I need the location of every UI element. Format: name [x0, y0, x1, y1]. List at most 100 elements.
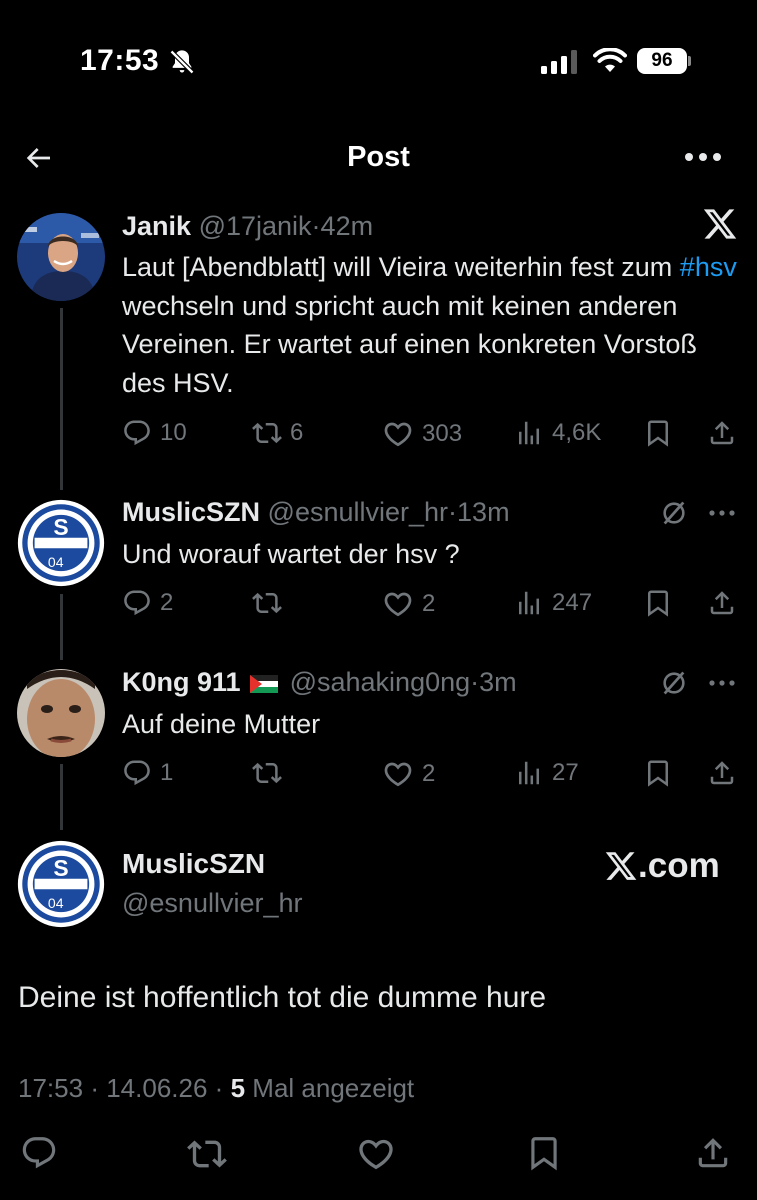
like-button[interactable]: 2 [382, 588, 435, 620]
reply-button[interactable]: 10 [122, 418, 187, 448]
reply-count: 1 [160, 759, 174, 786]
grok-icon[interactable] [660, 669, 688, 697]
repost-button[interactable] [187, 1134, 227, 1174]
cellular-signal-icon [541, 50, 579, 74]
x-logo-icon [702, 206, 738, 242]
repost-count: 6 [290, 419, 304, 446]
tweet-header: MuslicSZN @esnullvier_hr·13m [122, 497, 510, 528]
separator-dot: · [214, 1073, 224, 1103]
status-time: 17:53 [80, 44, 160, 77]
bookmark-icon [643, 588, 673, 618]
reply-button[interactable] [20, 1134, 58, 1172]
post-text: Deine ist hoffentlich tot die dumme hure [18, 981, 547, 1014]
author-handle[interactable]: @esnullvier_hr [268, 497, 448, 527]
repost-button[interactable] [252, 758, 282, 788]
views-button[interactable]: 247 [514, 588, 592, 618]
reply-button[interactable]: 1 [122, 758, 173, 788]
like-count: 2 [422, 760, 436, 787]
tweet-text: Auf deine Mutter [122, 709, 321, 739]
schalke-avatar[interactable] [17, 499, 105, 587]
bookmark-button[interactable] [643, 418, 673, 448]
views-count: 4,6K [552, 419, 602, 446]
bookmark-button[interactable] [525, 1134, 563, 1172]
wifi-icon [593, 48, 627, 74]
repost-icon [252, 758, 282, 788]
like-count: 303 [422, 420, 463, 447]
author-handle[interactable]: @esnullvier_hr [122, 888, 302, 919]
share-button[interactable] [694, 1134, 732, 1172]
reply-count: 10 [160, 419, 187, 446]
thread-line [60, 594, 63, 660]
tweet-time: 13m [457, 497, 510, 527]
x-com-watermark: .com [604, 846, 720, 886]
tweet-more-icon[interactable] [708, 509, 736, 517]
separator-dot: · [311, 211, 321, 241]
page-title: Post [347, 141, 410, 173]
like-button[interactable]: 2 [382, 758, 435, 790]
repost-icon [187, 1134, 227, 1174]
share-icon [707, 418, 737, 448]
reply-count: 2 [160, 589, 174, 616]
post-time: 17:53 [18, 1073, 84, 1103]
tweet-text: Laut [Abendblatt] will Vieira weiterhin … [122, 248, 742, 402]
separator-dot: · [90, 1073, 99, 1103]
tweet-text-part: wechseln und spricht auch mit keinen and… [122, 290, 697, 398]
watermark-text: .com [638, 846, 720, 885]
separator-dot: · [470, 667, 480, 697]
reply-icon [122, 588, 152, 618]
views-icon [514, 588, 544, 618]
author-name[interactable]: Janik [122, 211, 191, 241]
reply-icon [122, 418, 152, 448]
reply-icon [20, 1134, 58, 1172]
repost-button[interactable]: 6 [252, 418, 303, 448]
bookmark-icon [643, 758, 673, 788]
reply-icon [122, 758, 152, 788]
bookmark-icon [525, 1134, 563, 1172]
views-icon [514, 418, 544, 448]
tweet-text: Und worauf wartet der hsv ? [122, 539, 460, 569]
author-name[interactable]: MuslicSZN [122, 848, 265, 880]
tweet-header: K0ng 911 @sahaking0ng·3m [122, 667, 517, 698]
views-label: Mal angezeigt [252, 1073, 415, 1103]
avatar[interactable] [17, 213, 105, 301]
separator-dot: · [448, 497, 458, 527]
repost-icon [252, 588, 282, 618]
bookmark-button[interactable] [643, 758, 673, 788]
like-button[interactable] [356, 1134, 396, 1174]
author-name[interactable]: MuslicSZN [122, 497, 260, 527]
tweet-more-icon[interactable] [708, 679, 736, 687]
x-logo-icon [604, 849, 638, 883]
repost-icon [252, 418, 282, 448]
views-count: 27 [552, 759, 579, 786]
hashtag-link[interactable]: #hsv [680, 252, 737, 282]
grok-icon[interactable] [660, 499, 688, 527]
share-button[interactable] [707, 758, 737, 788]
tweet-text-part: Laut [Abendblatt] will Vieira weiterhin … [122, 252, 680, 282]
share-button[interactable] [707, 588, 737, 618]
views-button[interactable]: 27 [514, 758, 579, 788]
share-button[interactable] [707, 418, 737, 448]
author-handle[interactable]: @17janik [199, 211, 312, 241]
tweet-time: 3m [479, 667, 517, 697]
battery-tip [688, 56, 691, 66]
bookmark-button[interactable] [643, 588, 673, 618]
reply-button[interactable]: 2 [122, 588, 173, 618]
like-count: 2 [422, 590, 436, 617]
author-handle[interactable]: @sahaking0ng [290, 667, 471, 697]
post-date: 14.06.26 [106, 1073, 208, 1103]
repost-button[interactable] [252, 588, 282, 618]
like-icon [382, 588, 414, 620]
battery-level: 96 [637, 48, 687, 74]
views-button[interactable]: 4,6K [514, 418, 601, 448]
like-button[interactable]: 303 [382, 418, 462, 450]
share-icon [707, 758, 737, 788]
share-icon [694, 1134, 732, 1172]
like-icon [382, 418, 414, 450]
tweet-header: Janik @17janik·42m [122, 211, 373, 242]
author-name[interactable]: K0ng 911 [122, 667, 241, 697]
avatar[interactable] [17, 669, 105, 757]
schalke-avatar[interactable] [17, 840, 105, 928]
like-icon [356, 1134, 396, 1174]
more-options-icon[interactable] [684, 150, 722, 164]
like-icon [382, 758, 414, 790]
